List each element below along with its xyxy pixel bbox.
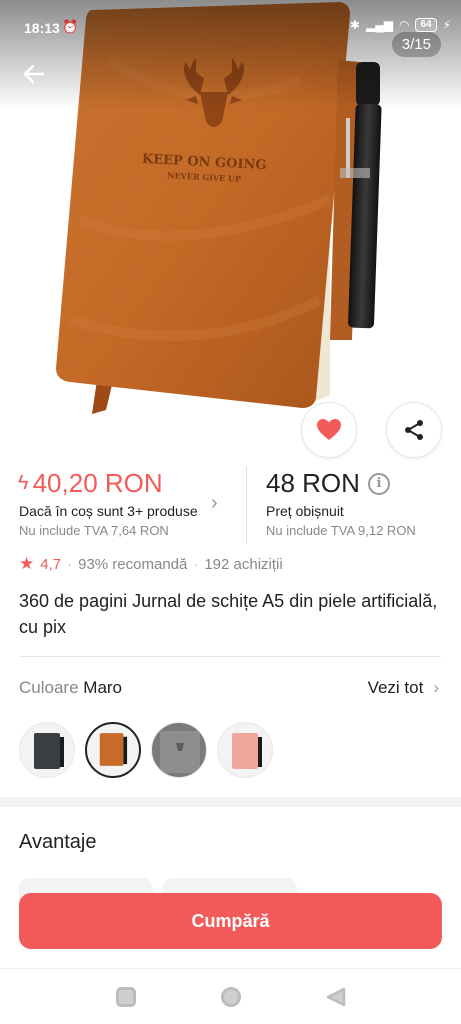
regular-price-value: 48 RON xyxy=(266,468,360,498)
separator-dot: · xyxy=(67,555,73,573)
arrow-left-icon xyxy=(23,64,45,84)
recommend-rate: 93% recomandă xyxy=(78,555,188,573)
info-icon[interactable]: i xyxy=(367,472,390,495)
image-counter: 3/15 xyxy=(391,32,441,57)
system-nav-bar xyxy=(0,968,461,1024)
price-divider xyxy=(246,466,247,544)
rating-value: 4,7 xyxy=(40,555,62,573)
promo-price[interactable]: ϟ 40,20 RON xyxy=(18,468,163,499)
color-row: Culoare Maro Vezi tot › xyxy=(19,678,441,698)
product-image-gallery[interactable]: KEEP ON GOING NEVER GIVE UP xyxy=(0,0,461,452)
regular-price-label: Preț obișnuit xyxy=(266,503,344,519)
status-icons: ✱ ▂▄▆ ◠ 64 ⚡ xyxy=(350,18,451,32)
pink-notebook-thumb xyxy=(232,733,262,769)
divider xyxy=(19,656,441,657)
gray-notebook-thumb xyxy=(160,731,200,773)
star-icon: ★ xyxy=(19,554,35,573)
color-selected: Maro xyxy=(83,678,123,697)
purchase-count: 192 achiziții xyxy=(204,555,283,573)
share-icon xyxy=(405,420,423,440)
share-button[interactable] xyxy=(386,402,442,458)
swatch-gray[interactable] xyxy=(151,722,207,778)
chevron-right-icon: › xyxy=(433,678,439,697)
charging-icon: ⚡ xyxy=(442,18,451,32)
heart-icon xyxy=(317,419,341,440)
regular-price: 48 RON i xyxy=(266,468,390,499)
recent-apps-button[interactable] xyxy=(116,987,136,1007)
status-time: 18:13 xyxy=(24,20,60,36)
advantages-title: Avantaje xyxy=(19,831,97,853)
back-button[interactable] xyxy=(18,62,50,94)
promo-vat: Nu include TVA 7,64 RON xyxy=(19,523,169,538)
see-all-button[interactable]: Vezi tot › xyxy=(368,678,439,698)
promo-condition: Dacă în coș sunt 3+ produse xyxy=(19,503,198,519)
alarm-icon: ⏰ xyxy=(62,19,79,34)
wifi-icon: ◠ xyxy=(398,18,410,32)
bluetooth-icon: ✱ xyxy=(349,18,360,32)
product-title: 360 de pagini Jurnal de schițe A5 din pi… xyxy=(19,591,438,637)
price-block: ϟ 40,20 RON Dacă în coș sunt 3+ produse … xyxy=(0,460,461,544)
signal-icon: ▂▄▆ xyxy=(365,18,393,32)
section-divider xyxy=(0,797,461,807)
color-swatches xyxy=(19,722,273,778)
rating-row[interactable]: ★ 4,7 · 93% recomandă · 192 achiziții xyxy=(19,554,283,574)
regular-vat: Nu include TVA 9,12 RON xyxy=(266,523,416,538)
black-notebook-thumb xyxy=(34,733,64,769)
brown-notebook-thumb xyxy=(99,733,128,766)
back-nav-button[interactable] xyxy=(326,987,346,1007)
color-label: Culoare xyxy=(19,678,79,697)
lightning-icon: ϟ xyxy=(18,472,29,494)
swatch-pink[interactable] xyxy=(217,722,273,778)
buy-button[interactable]: Cumpără xyxy=(19,893,442,949)
separator-dot: · xyxy=(193,555,199,573)
promo-price-value: 40,20 RON xyxy=(32,468,163,498)
home-button[interactable] xyxy=(221,987,241,1007)
see-all-label: Vezi tot xyxy=(367,678,424,697)
buy-button-label: Cumpără xyxy=(191,910,270,931)
swatch-black[interactable] xyxy=(19,722,75,778)
favorite-button[interactable] xyxy=(301,402,357,458)
triangle-back-icon xyxy=(326,987,346,1007)
battery-icon: 64 xyxy=(415,18,437,32)
swatch-brown[interactable] xyxy=(85,722,141,778)
chevron-right-icon[interactable]: › xyxy=(211,492,218,515)
